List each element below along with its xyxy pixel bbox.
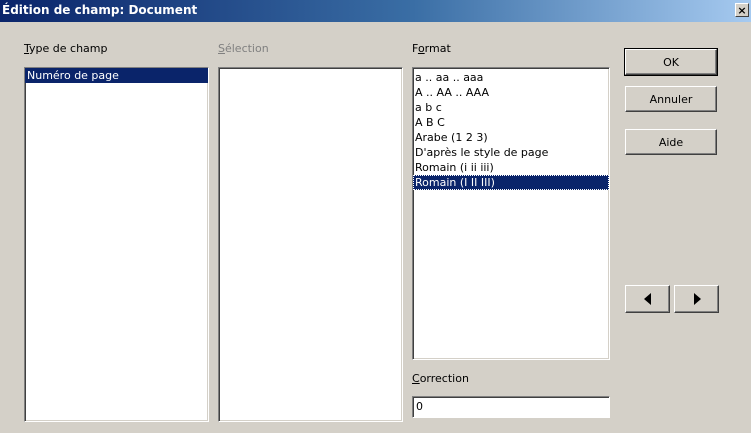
format-label: Format (412, 42, 451, 55)
right-arrow-icon (693, 293, 701, 305)
help-button-label: Aide (658, 135, 684, 149)
correction-input[interactable]: 0 (412, 396, 610, 418)
ok-button-label: OK (663, 55, 679, 69)
help-button[interactable]: Aide (625, 129, 717, 155)
selection-list[interactable] (218, 67, 403, 422)
type-champ-label-text: Type de champ (24, 42, 108, 55)
selection-label-text: Sélection (218, 42, 269, 55)
correction-label-text: Correction (412, 372, 469, 385)
list-item-format[interactable]: a .. aa .. aaa (413, 70, 609, 85)
ok-button[interactable]: OK (624, 48, 718, 76)
format-label-text: Format (412, 42, 451, 55)
selection-label: Sélection (218, 42, 269, 55)
correction-label: Correction (412, 372, 469, 385)
close-icon: × (737, 3, 747, 17)
list-item-format[interactable]: a b c (413, 100, 609, 115)
list-item-format[interactable]: Romain (i ii iii) (413, 160, 609, 175)
list-item-format[interactable]: Arabe (1 2 3) (413, 130, 609, 145)
close-button[interactable]: × (735, 3, 749, 17)
type-champ-list[interactable]: Numéro de page (24, 67, 209, 422)
field-edit-dialog: Édition de champ: Document × Type de cha… (0, 0, 751, 433)
list-item-format-selected[interactable]: Romain (I II III) (413, 175, 609, 190)
format-list[interactable]: a .. aa .. aaa A .. AA .. AAA a b c A B … (412, 67, 610, 360)
title-bar[interactable]: Édition de champ: Document × (0, 0, 751, 22)
window-title: Édition de champ: Document (2, 3, 198, 17)
left-arrow-icon (643, 293, 651, 305)
cancel-button-label: Annuler (649, 92, 693, 106)
previous-button[interactable] (625, 285, 670, 313)
list-item-format[interactable]: A .. AA .. AAA (413, 85, 609, 100)
next-button[interactable] (674, 285, 719, 313)
type-champ-label: Type de champ (24, 42, 107, 55)
list-item-numero-de-page[interactable]: Numéro de page (25, 68, 208, 83)
list-item-format[interactable]: D'après le style de page (413, 145, 609, 160)
list-item-format[interactable]: A B C (413, 115, 609, 130)
cancel-button[interactable]: Annuler (625, 86, 717, 112)
